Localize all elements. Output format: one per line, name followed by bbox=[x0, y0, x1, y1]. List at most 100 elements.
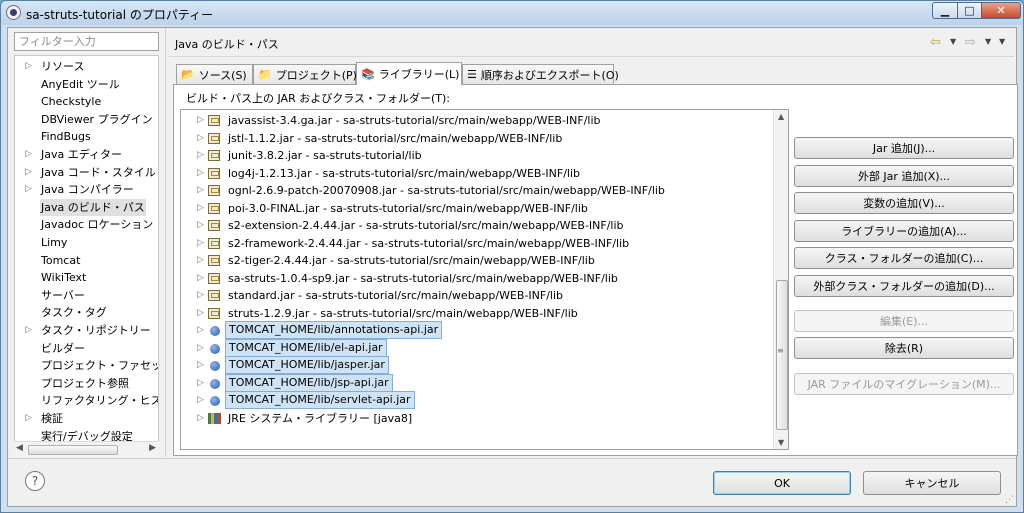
scroll-thumb[interactable] bbox=[776, 280, 788, 430]
jar-entry[interactable]: ▷ junit-3.8.2.jar - sa-struts-tutorial/li… bbox=[181, 147, 773, 165]
jar-entry[interactable]: ▷ TOMCAT_HOME/lib/annotations-api.jar bbox=[181, 321, 773, 340]
expand-arrow-icon[interactable]: ▷ bbox=[197, 357, 204, 374]
nav-item[interactable]: ▷ 検証 bbox=[15, 410, 158, 428]
category-tree[interactable]: ▷ リソース AnyEdit ツール Checkstyle DBViewer プラグイン… bbox=[14, 55, 159, 457]
jar-entry[interactable]: ▷ s2-tiger-2.4.44.jar - sa-struts-tutoria… bbox=[181, 252, 773, 270]
jar-entry[interactable]: ▷ javassist-3.4.ga.jar - sa-struts-tutori… bbox=[181, 112, 773, 130]
add-external-class-folder-button[interactable]: 外部クラス・フォルダーの追加(D)... bbox=[794, 275, 1014, 297]
close-button[interactable]: ✕ bbox=[981, 2, 1021, 19]
scroll-left-icon[interactable]: ◀ bbox=[16, 443, 23, 453]
expand-arrow-icon[interactable]: ▷ bbox=[197, 182, 204, 199]
jar-entry[interactable]: ▷ s2-extension-2.4.44.jar - sa-struts-tut… bbox=[181, 217, 773, 235]
nav-item[interactable]: WikiText bbox=[15, 269, 158, 287]
nav-item[interactable]: Limy bbox=[15, 234, 158, 252]
jar-entry[interactable]: ▷ struts-1.2.9.jar - sa-struts-tutorial/s… bbox=[181, 305, 773, 323]
jar-entry[interactable]: ▷ TOMCAT_HOME/lib/jsp-api.jar bbox=[181, 373, 773, 393]
expand-arrow-icon[interactable]: ▷ bbox=[197, 392, 204, 409]
expand-arrow-icon[interactable]: ▷ bbox=[197, 322, 204, 339]
nav-item[interactable]: ▷ リソース bbox=[15, 58, 158, 76]
jar-entry[interactable]: ▷ ognl-2.6.9-patch-20070908.jar - sa-stru… bbox=[181, 182, 773, 200]
filter-input[interactable] bbox=[14, 32, 159, 51]
forward-dropdown-icon[interactable]: ▼ bbox=[985, 37, 991, 46]
forward-arrow-icon[interactable]: ⇨ bbox=[965, 35, 976, 50]
pane-divider[interactable] bbox=[165, 28, 166, 457]
jar-entry[interactable]: ▷ s2-framework-2.4.44.jar - sa-struts-tut… bbox=[181, 235, 773, 253]
help-icon[interactable]: ? bbox=[25, 471, 45, 491]
minimize-button[interactable]: ▁ bbox=[932, 2, 958, 19]
expand-arrow-icon[interactable]: ▷ bbox=[197, 270, 204, 287]
expand-arrow-icon[interactable]: ▷ bbox=[25, 181, 32, 198]
view-menu-icon[interactable]: ▼ bbox=[999, 37, 1005, 46]
category-tree-hscrollbar[interactable]: ◀ ▶ bbox=[14, 441, 159, 457]
nav-item[interactable]: Tomcat bbox=[15, 252, 158, 270]
expand-arrow-icon[interactable]: ▷ bbox=[197, 375, 204, 392]
nav-item[interactable]: タスク・タグ bbox=[15, 304, 158, 322]
tab-source[interactable]: 📂 ソース(S) bbox=[176, 64, 253, 84]
jar-entry[interactable]: ▷ TOMCAT_HOME/lib/servlet-api.jar bbox=[181, 391, 773, 410]
jar-entry[interactable]: ▷ JRE システム・ライブラリー [java8] bbox=[181, 410, 773, 428]
cancel-button[interactable]: キャンセル bbox=[863, 471, 1001, 495]
expand-arrow-icon[interactable]: ▷ bbox=[197, 305, 204, 322]
nav-item[interactable]: ▷ タスク・リポジトリー bbox=[15, 322, 158, 340]
add-variable-button[interactable]: 変数の追加(V)... bbox=[794, 192, 1014, 214]
title-bar[interactable]: sa-struts-tutorial のプロパティー ▁ □ ✕ bbox=[1, 1, 1023, 25]
nav-item[interactable]: Checkstyle bbox=[15, 93, 158, 111]
jar-entry[interactable]: ▷ sa-struts-1.0.4-sp9.jar - sa-struts-tut… bbox=[181, 270, 773, 288]
back-arrow-icon[interactable]: ⇦ bbox=[930, 35, 941, 50]
add-library-button[interactable]: ライブラリーの追加(A)... bbox=[794, 220, 1014, 242]
expand-arrow-icon[interactable]: ▷ bbox=[25, 410, 32, 427]
expand-arrow-icon[interactable]: ▷ bbox=[197, 165, 204, 182]
expand-arrow-icon[interactable]: ▷ bbox=[25, 164, 32, 181]
nav-item[interactable]: Java のビルド・パス bbox=[15, 198, 158, 217]
scroll-down-icon[interactable]: ▼ bbox=[778, 438, 784, 447]
jar-entry[interactable]: ▷ poi-3.0-FINAL.jar - sa-struts-tutorial/… bbox=[181, 200, 773, 218]
add-class-folder-button[interactable]: クラス・フォルダーの追加(C)... bbox=[794, 247, 1014, 269]
expand-arrow-icon[interactable]: ▷ bbox=[25, 146, 32, 163]
ok-button[interactable]: OK bbox=[713, 471, 851, 495]
scroll-right-icon[interactable]: ▶ bbox=[149, 443, 156, 453]
jar-entry[interactable]: ▷ jstl-1.1.2.jar - sa-struts-tutorial/src… bbox=[181, 130, 773, 148]
tab-libraries[interactable]: 📚 ライブラリー(L) bbox=[356, 62, 462, 85]
jar-entry[interactable]: ▷ standard.jar - sa-struts-tutorial/src/m… bbox=[181, 287, 773, 305]
nav-item[interactable]: ▷ Java エディター bbox=[15, 146, 158, 164]
scroll-thumb[interactable] bbox=[28, 445, 118, 455]
tab-projects[interactable]: 📁 プロジェクト(P) bbox=[253, 64, 357, 84]
nav-item[interactable]: プロジェクト・ファセット bbox=[15, 357, 158, 375]
nav-item[interactable]: Javadoc ロケーション bbox=[15, 216, 158, 234]
nav-item[interactable]: ▷ Java コンパイラー bbox=[15, 181, 158, 199]
jar-tree[interactable]: ▷ javassist-3.4.ga.jar - sa-struts-tutori… bbox=[180, 109, 789, 450]
migrate-jar-button[interactable]: JAR ファイルのマイグレーション(M)... bbox=[794, 373, 1014, 395]
jar-entry[interactable]: ▷ TOMCAT_HOME/lib/el-api.jar bbox=[181, 338, 773, 358]
jar-entry[interactable]: ▷ log4j-1.2.13.jar - sa-struts-tutorial/s… bbox=[181, 165, 773, 183]
nav-item[interactable]: AnyEdit ツール bbox=[15, 76, 158, 94]
expand-arrow-icon[interactable]: ▷ bbox=[197, 235, 204, 252]
maximize-button[interactable]: □ bbox=[957, 2, 982, 19]
expand-arrow-icon[interactable]: ▷ bbox=[197, 130, 204, 147]
expand-arrow-icon[interactable]: ▷ bbox=[197, 112, 204, 129]
nav-item[interactable]: ▷ Java コード・スタイル bbox=[15, 164, 158, 182]
expand-arrow-icon[interactable]: ▷ bbox=[197, 147, 204, 164]
nav-item[interactable]: リファクタリング・ヒスト bbox=[15, 392, 158, 410]
tab-order-export[interactable]: ☰ 順序およびエクスポート(O) bbox=[462, 64, 619, 84]
nav-item[interactable]: サーバー bbox=[15, 287, 158, 305]
nav-item[interactable]: DBViewer プラグイン bbox=[15, 111, 158, 129]
back-dropdown-icon[interactable]: ▼ bbox=[950, 37, 956, 46]
nav-item[interactable]: FindBugs bbox=[15, 128, 158, 146]
add-external-jar-button[interactable]: 外部 Jar 追加(X)... bbox=[794, 165, 1014, 187]
expand-arrow-icon[interactable]: ▷ bbox=[197, 200, 204, 217]
jar-entry[interactable]: ▷ TOMCAT_HOME/lib/jasper.jar bbox=[181, 356, 773, 375]
resize-grip-icon[interactable]: ⋰ bbox=[1005, 495, 1014, 505]
expand-arrow-icon[interactable]: ▷ bbox=[197, 340, 204, 357]
expand-arrow-icon[interactable]: ▷ bbox=[25, 322, 32, 339]
expand-arrow-icon[interactable]: ▷ bbox=[197, 252, 204, 269]
nav-item[interactable]: ビルダー bbox=[15, 340, 158, 358]
expand-arrow-icon[interactable]: ▷ bbox=[197, 217, 204, 234]
nav-item[interactable]: プロジェクト参照 bbox=[15, 375, 158, 393]
edit-button[interactable]: 編集(E)... bbox=[794, 310, 1014, 332]
expand-arrow-icon[interactable]: ▷ bbox=[197, 410, 204, 427]
add-jar-button[interactable]: Jar 追加(J)... bbox=[794, 137, 1014, 159]
jar-tree-vscrollbar[interactable]: ▲ ≡ ▼ bbox=[773, 110, 788, 449]
remove-button[interactable]: 除去(R) bbox=[794, 337, 1014, 359]
expand-arrow-icon[interactable]: ▷ bbox=[25, 58, 32, 75]
scroll-up-icon[interactable]: ▲ bbox=[778, 112, 784, 121]
